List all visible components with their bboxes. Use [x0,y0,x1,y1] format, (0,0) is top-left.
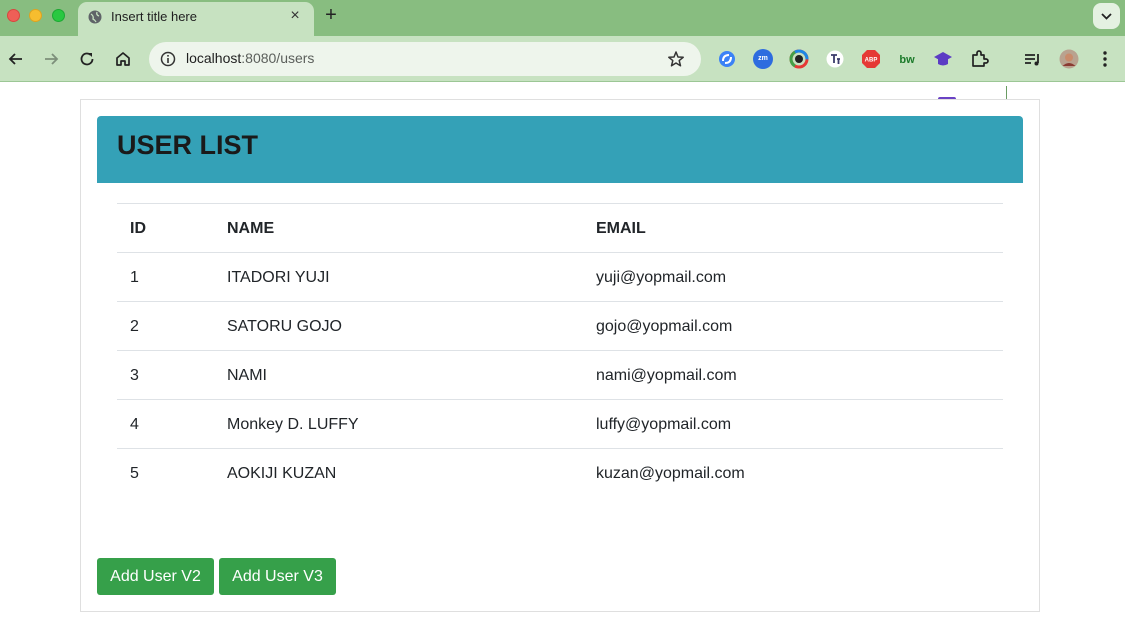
table-row: 1 ITADORI YUJI yuji@yopmail.com [117,252,1003,301]
cell-name: ITADORI YUJI [227,269,330,286]
profile-avatar[interactable] [1059,49,1079,69]
sync-icon[interactable] [717,49,737,69]
add-user-v2-button[interactable]: Add User V2 [97,558,214,595]
minimize-window-button[interactable] [29,9,42,22]
column-header-email: EMAIL [596,220,646,237]
cell-name: SATORU GOJO [227,318,342,335]
chevron-down-icon [1101,13,1112,20]
table-row: 4 Monkey D. LUFFY luffy@yopmail.com [117,399,1003,448]
translate-icon[interactable] [825,49,845,69]
cell-id: 3 [130,367,139,384]
puzzle-icon[interactable] [969,49,989,69]
zoom-icon[interactable]: zm [753,49,773,69]
bookmark-star-icon[interactable] [667,50,685,68]
tab-title: Insert title here [111,9,197,24]
cell-email: nami@yopmail.com [596,367,737,384]
globe-icon [88,10,102,24]
cell-id: 1 [130,269,139,286]
table-row: 3 NAMI nami@yopmail.com [117,350,1003,399]
cell-id: 2 [130,318,139,335]
cell-id: 5 [130,465,139,482]
cell-email: kuzan@yopmail.com [596,465,745,482]
cell-name: Monkey D. LUFFY [227,416,359,433]
cell-name: AOKIJI KUZAN [227,465,337,482]
forward-arrow-icon[interactable] [41,49,61,69]
close-tab-icon[interactable]: × [286,7,304,25]
browser-titlebar: Insert title here × + [0,0,1125,36]
maximize-window-button[interactable] [52,9,65,22]
users-table: ID NAME EMAIL 1 ITADORI YUJI yuji@yopmai… [117,203,1003,497]
adblock-label: ABP [865,58,878,64]
cell-email: luffy@yopmail.com [596,416,732,433]
reload-icon[interactable] [77,49,97,69]
column-header-name: NAME [227,220,275,237]
cell-id: 4 [130,416,139,433]
back-arrow-icon[interactable] [6,49,26,69]
table-header-row: ID NAME EMAIL [117,203,1003,252]
close-window-button[interactable] [7,9,20,22]
cell-email: yuji@yopmail.com [596,269,727,286]
cell-name: NAMI [227,367,267,384]
card-header: USER LIST [97,116,1023,183]
site-info-icon[interactable] [160,51,176,67]
media-icon[interactable] [1023,49,1043,69]
browser-toolbar: localhost:8080/users zm ABP bw 22 [0,36,1125,108]
add-user-v3-button[interactable]: Add User V3 [219,558,336,595]
url-path: :8080/users [241,50,315,66]
table-row: 2 SATORU GOJO gojo@yopmail.com [117,301,1003,350]
home-icon[interactable] [113,49,133,69]
cell-email: gojo@yopmail.com [596,318,733,335]
url-text: localhost:8080/users [186,50,314,66]
url-host: localhost [186,50,242,66]
page-title: USER LIST [117,130,259,160]
tab-search-button[interactable] [1093,3,1120,29]
color-picker-icon[interactable] [789,49,809,69]
more-menu-icon[interactable] [1095,49,1115,69]
adblock-icon[interactable]: ABP [861,49,881,69]
table-row: 5 AOKIJI KUZAN kuzan@yopmail.com [117,448,1003,497]
browser-tab[interactable]: Insert title here × [78,2,314,36]
address-bar[interactable]: localhost:8080/users [149,42,701,76]
bw-icon[interactable]: bw [897,49,917,69]
new-tab-button[interactable]: + [320,4,342,26]
bw-label: bw [899,54,915,66]
column-header-id: ID [130,220,146,237]
graduation-icon[interactable] [933,49,953,69]
